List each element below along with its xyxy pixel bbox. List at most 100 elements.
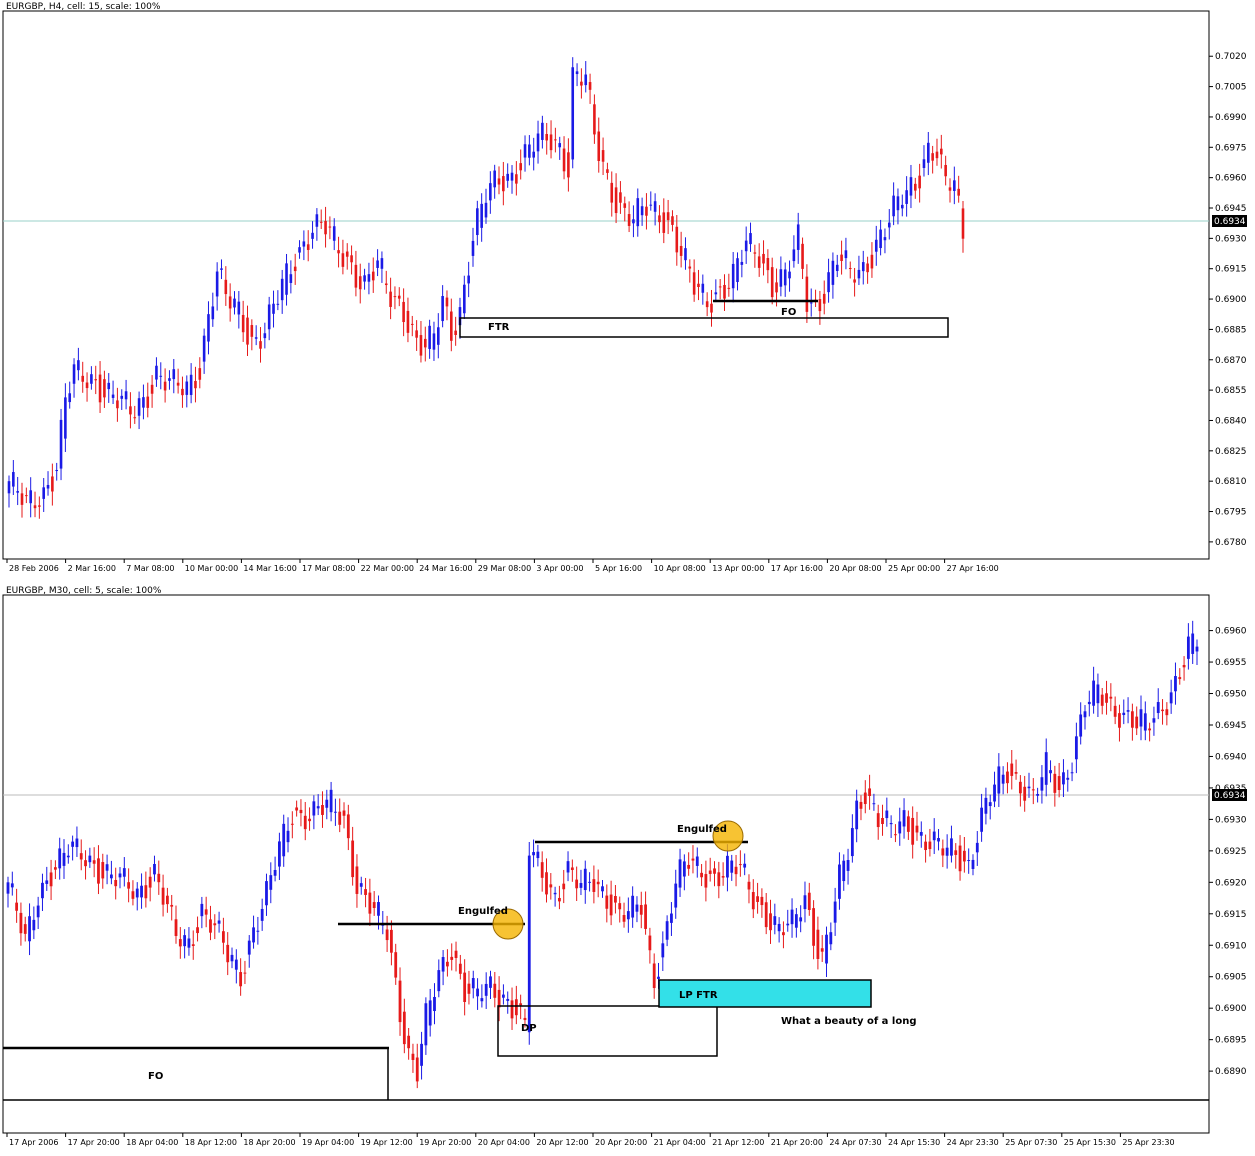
candle	[116, 387, 119, 422]
candle-body	[1161, 709, 1164, 712]
candle	[713, 861, 716, 887]
candle	[259, 327, 262, 363]
candle-body	[215, 271, 219, 297]
candle-body	[129, 406, 132, 415]
candle-body	[97, 858, 100, 884]
candle	[717, 861, 721, 899]
candle	[807, 882, 811, 916]
candle-body	[351, 840, 355, 878]
candle-body	[185, 381, 189, 395]
candle-body	[896, 196, 900, 211]
candle-body	[605, 895, 609, 909]
candle-body	[639, 905, 643, 915]
candle	[170, 894, 174, 921]
candle	[183, 929, 187, 959]
candle	[1143, 701, 1147, 741]
candle	[445, 290, 449, 321]
candle-body	[298, 247, 301, 253]
candle-body	[838, 864, 841, 899]
candle-body	[502, 176, 505, 192]
candle	[376, 249, 379, 277]
candle	[649, 191, 653, 211]
candle-body	[911, 817, 915, 845]
candle-body	[493, 170, 496, 188]
candle-body	[801, 243, 804, 269]
x-tick-label: 25 Apr 15:30	[1064, 1138, 1116, 1147]
m30-chart[interactable]: FO DP LP FTR Engulfed Engulfed What a be…	[0, 584, 1255, 1152]
candle-body	[553, 892, 557, 895]
candle-body	[265, 881, 268, 906]
candle	[1044, 738, 1048, 797]
candle-body	[84, 860, 87, 867]
candle-body	[988, 802, 992, 807]
candle-body	[697, 283, 700, 287]
ftr-zone[interactable]: FTR	[459, 317, 949, 338]
candle	[286, 817, 290, 853]
candle	[58, 837, 62, 880]
candle	[1152, 706, 1156, 736]
candle	[944, 155, 947, 186]
candle	[592, 865, 596, 904]
candle-body	[835, 264, 839, 271]
candle	[704, 860, 708, 902]
candle-body	[805, 276, 809, 312]
candle	[471, 970, 475, 999]
y-tick-label: 0.6780	[1215, 538, 1247, 548]
candle	[1122, 699, 1126, 725]
candle	[254, 325, 258, 346]
candle-body	[12, 472, 15, 487]
candle	[805, 264, 809, 323]
candle	[816, 916, 820, 970]
candle-body	[700, 872, 703, 878]
candle-body	[900, 204, 904, 209]
candle	[385, 915, 389, 952]
candle-body	[783, 269, 787, 286]
candle-body	[476, 988, 479, 997]
y-tick-label: 0.6930	[1215, 815, 1247, 825]
candle-body	[619, 192, 622, 203]
candle-body	[234, 959, 238, 970]
candle-body	[256, 930, 260, 932]
candle-body	[919, 831, 923, 836]
candle	[799, 905, 803, 933]
candle	[1135, 706, 1139, 736]
candle-body	[753, 252, 757, 254]
candle-body	[579, 883, 583, 888]
candle	[163, 368, 167, 403]
candle-body	[1010, 763, 1014, 776]
candle-body	[941, 848, 945, 856]
candle	[161, 874, 165, 917]
candle-body	[1139, 709, 1143, 727]
candle-body	[957, 188, 960, 196]
candle	[614, 173, 618, 224]
candle-body	[372, 902, 376, 908]
x-tick-label: 22 Mar 00:00	[361, 564, 414, 573]
candle-body	[927, 142, 930, 163]
candle-body	[142, 397, 145, 408]
candle-body	[1148, 728, 1152, 731]
candle-body	[220, 268, 223, 270]
candle	[840, 240, 843, 275]
candle-body	[315, 214, 319, 227]
y-tick-label: 0.6990	[1215, 113, 1247, 123]
candle-body	[471, 240, 475, 256]
candle	[822, 280, 826, 315]
candle	[454, 941, 458, 972]
x-tick-label: 18 Apr 20:00	[243, 1138, 295, 1147]
candle	[480, 193, 483, 242]
candle-body	[790, 909, 794, 925]
h4-chart[interactable]: FTR FO 0.7020 0.7005 0.6990 0.6975 0.6960 0.6…	[0, 0, 1255, 578]
candle	[935, 138, 939, 166]
candle-body	[233, 298, 236, 308]
candle-body	[682, 861, 686, 877]
candle-body	[876, 813, 880, 828]
candle	[1010, 749, 1014, 790]
candle	[332, 218, 336, 251]
candle-body	[1031, 789, 1035, 791]
candle	[1100, 687, 1104, 715]
candle-body	[230, 954, 234, 962]
candle-body	[857, 269, 861, 279]
y-tick-label: 0.6810	[1215, 477, 1247, 487]
y-tick-label: 0.6945	[1215, 204, 1247, 214]
candle	[45, 866, 49, 891]
